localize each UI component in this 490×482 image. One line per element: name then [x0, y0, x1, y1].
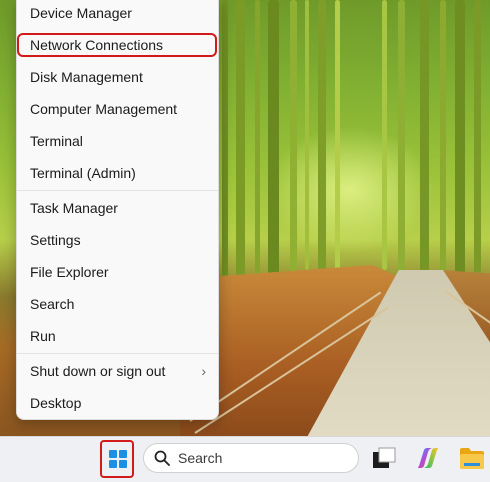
menu-item-computer-management[interactable]: Computer Management	[17, 93, 218, 125]
menu-separator	[17, 353, 218, 354]
search-placeholder: Search	[178, 450, 223, 466]
file-explorer-icon[interactable]	[458, 446, 486, 470]
menu-item-disk-management[interactable]: Disk Management	[17, 61, 218, 93]
menu-item-search[interactable]: Search	[17, 288, 218, 320]
start-button[interactable]	[100, 440, 134, 478]
chevron-right-icon: ›	[201, 363, 206, 379]
menu-item-run[interactable]: Run	[17, 320, 218, 352]
menu-item-device-manager[interactable]: Device Manager	[17, 0, 218, 29]
menu-item-settings[interactable]: Settings	[17, 224, 218, 256]
menu-item-terminal[interactable]: Terminal	[17, 125, 218, 157]
copilot-icon[interactable]	[415, 446, 441, 470]
task-view-icon[interactable]	[372, 447, 396, 469]
taskbar-search-box[interactable]: Search	[143, 443, 359, 473]
menu-item-file-explorer[interactable]: File Explorer	[17, 256, 218, 288]
menu-item-task-manager[interactable]: Task Manager	[17, 192, 218, 224]
windows-logo-icon	[109, 450, 127, 468]
menu-separator	[17, 190, 218, 191]
menu-item-desktop[interactable]: Desktop	[17, 387, 218, 419]
menu-item-shut-down-or-sign-out[interactable]: Shut down or sign out ›	[17, 355, 218, 387]
menu-item-terminal-admin[interactable]: Terminal (Admin)	[17, 157, 218, 189]
menu-item-network-connections[interactable]: Network Connections	[17, 29, 218, 61]
search-icon	[154, 450, 170, 466]
quick-link-menu: Device Manager Network Connections Disk …	[16, 0, 219, 420]
